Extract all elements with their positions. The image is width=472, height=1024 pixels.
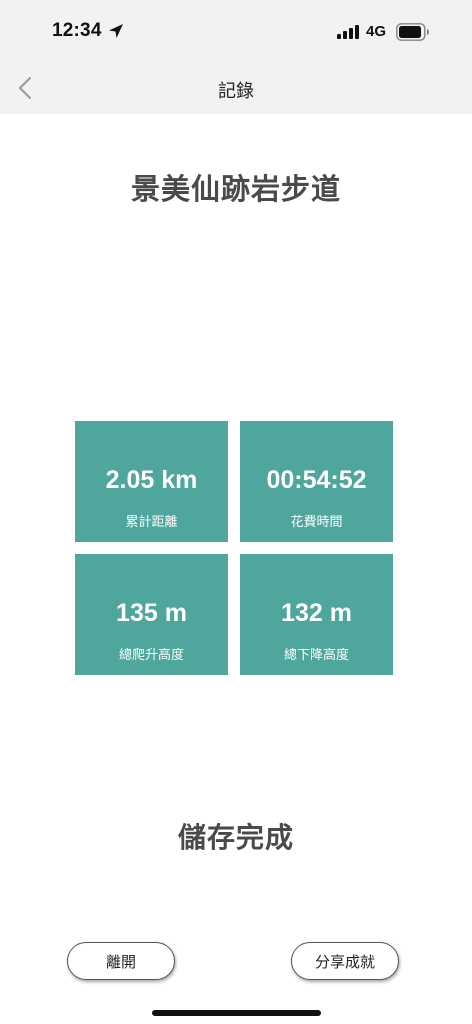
- stat-value: 132 m: [281, 599, 352, 627]
- battery-icon: [396, 23, 429, 41]
- stat-label: 累計距離: [125, 515, 178, 530]
- share-achievement-button[interactable]: 分享成就: [291, 942, 399, 980]
- status-bar: 12:34 4G: [0, 0, 472, 62]
- stat-label: 總下降高度: [283, 648, 349, 663]
- stat-card-distance: 2.05 km 累計距離: [75, 421, 228, 542]
- stat-card-ascent: 135 m 總爬升高度: [75, 554, 228, 675]
- home-indicator[interactable]: [152, 1010, 321, 1016]
- trail-name: 景美仙跡岩步道: [130, 172, 341, 206]
- stat-card-descent: 132 m 總下降高度: [240, 554, 393, 675]
- stats-grid: 2.05 km 累計距離 00:54:52 花費時間 135 m 總爬升高度 1…: [75, 421, 393, 675]
- page-title: 記錄: [218, 81, 254, 102]
- navigation-bar: 記錄: [0, 62, 472, 114]
- stat-value: 2.05 km: [105, 466, 198, 494]
- stat-value: 00:54:52: [266, 466, 367, 494]
- location-arrow-icon: [109, 24, 123, 38]
- screen: 12:34 4G 記錄 景美仙跡岩步道 2.05 km 累計距離 00:54:5…: [0, 0, 472, 1024]
- stat-value: 135 m: [116, 599, 187, 627]
- stat-label: 總爬升高度: [118, 648, 184, 663]
- network-type-label: 4G: [366, 23, 387, 40]
- stat-label: 花費時間: [290, 515, 343, 530]
- stat-card-duration: 00:54:52 花費時間: [240, 421, 393, 542]
- status-time: 12:34: [52, 20, 102, 41]
- leave-button[interactable]: 離開: [67, 942, 175, 980]
- cellular-signal-icon: [337, 25, 359, 39]
- save-complete-message: 儲存完成: [177, 821, 294, 854]
